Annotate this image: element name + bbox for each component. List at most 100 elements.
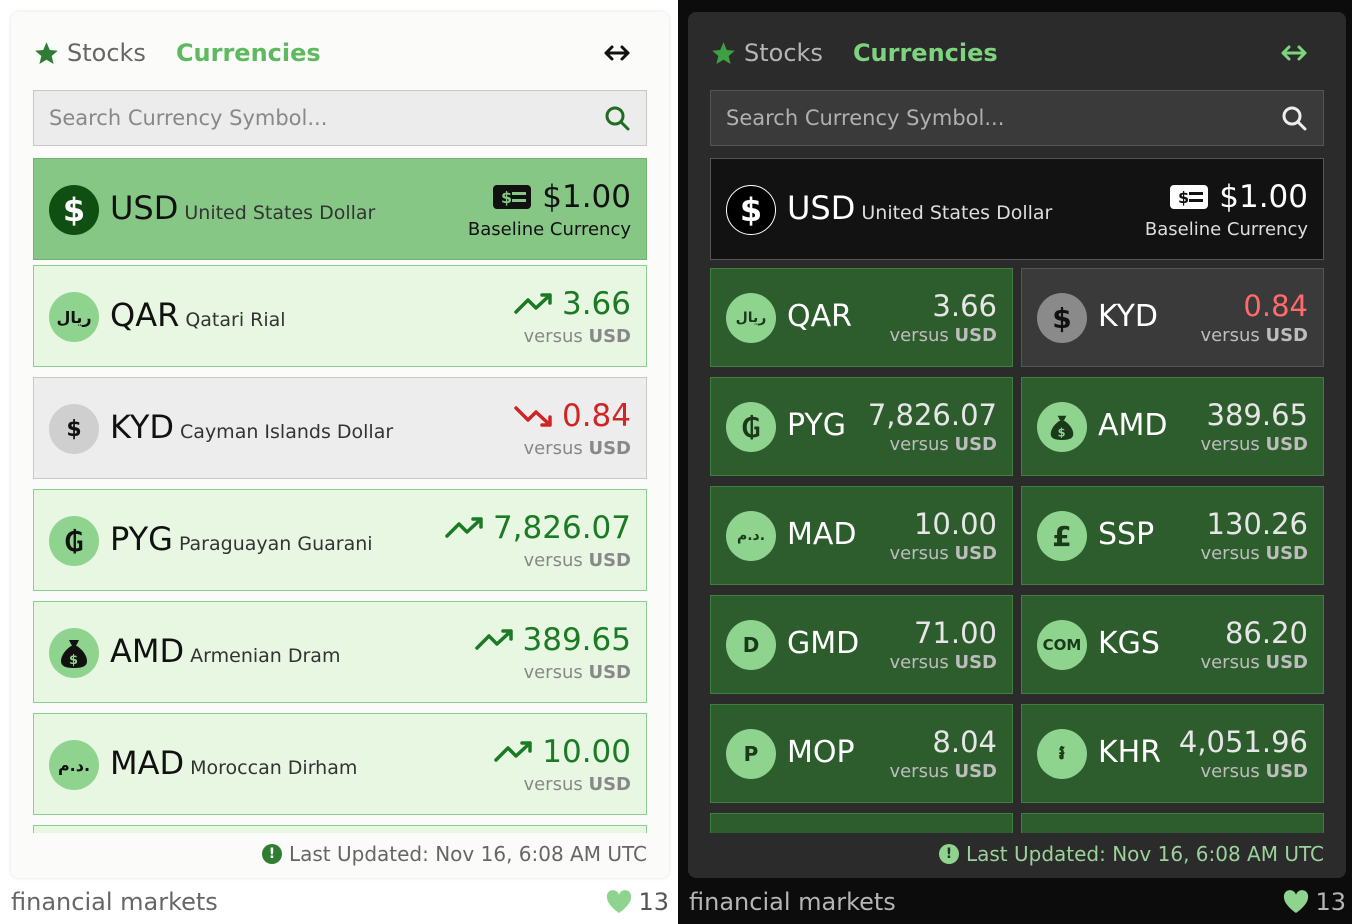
baseline-value: $ $1.00	[492, 179, 631, 215]
info-icon: !	[938, 844, 959, 864]
currency-row[interactable]: $ AMD Armenian Dram 389.65 versus USD	[33, 601, 647, 703]
rate-value: 389.65	[1206, 398, 1308, 432]
currency-code: GMD	[787, 626, 860, 661]
versus-label: versus USD	[889, 761, 997, 782]
riel-icon: ៛	[1037, 729, 1087, 779]
rate-value: 10.00	[913, 507, 997, 541]
search-input[interactable]	[726, 106, 1266, 130]
tab-bar: Stocks Currencies	[33, 36, 321, 70]
som-icon: COM	[1037, 620, 1087, 670]
currency-tile-partial[interactable]	[710, 813, 1013, 833]
currency-code: KYD	[1098, 299, 1159, 334]
currency-code: MOP	[787, 735, 855, 770]
currency-name: United States Dollar	[184, 202, 376, 224]
currency-tile[interactable]: $ AMD 389.65 versus USD	[1021, 377, 1324, 476]
currency-tile[interactable]: ₲ PYG 7,826.07 versus USD	[710, 377, 1013, 476]
versus-label: versus USD	[523, 326, 631, 347]
currency-row[interactable]: د.م. MAD Moroccan Dirham 10.00 versus USD	[33, 713, 647, 815]
currency-row[interactable]: ريال QAR Qatari Rial 3.66 versus USD	[33, 265, 647, 367]
versus-label: versus USD	[889, 325, 997, 346]
currency-name: Moroccan Dirham	[190, 757, 358, 779]
footer-title[interactable]: financial markets	[689, 888, 896, 916]
dirham-icon: د.م.	[726, 511, 776, 561]
trend-up-icon	[494, 741, 532, 762]
currency-tile[interactable]: COM KGS 86.20 versus USD	[1021, 595, 1324, 694]
tab-stocks-label: Stocks	[67, 39, 146, 67]
currency-name: Cayman Islands Dollar	[180, 421, 394, 443]
currency-tile[interactable]: £ SSP 130.26 versus USD	[1021, 486, 1324, 585]
likes-button[interactable]: 13	[1283, 888, 1346, 916]
svg-text:$: $	[1058, 427, 1066, 440]
dollar-icon: $	[1037, 293, 1087, 343]
letter-d-icon: D	[726, 620, 776, 670]
dirham-icon: د.م.	[49, 740, 99, 790]
versus-label: versus USD	[523, 438, 631, 459]
currency-tile[interactable]: د.م. MAD 10.00 versus USD	[710, 486, 1013, 585]
currency-tile[interactable]: ريال QAR 3.66 versus USD	[710, 268, 1013, 367]
tab-stocks-label: Stocks	[744, 39, 823, 67]
currency-code: PYG	[110, 520, 173, 558]
expand-horizontal-icon[interactable]	[1280, 42, 1308, 64]
versus-label: versus USD	[523, 662, 631, 683]
tab-currencies[interactable]: Currencies	[176, 39, 321, 67]
search-icon[interactable]	[604, 105, 630, 131]
likes-count: 13	[1315, 888, 1346, 916]
tab-currencies[interactable]: Currencies	[853, 39, 998, 67]
versus-label: versus USD	[1200, 652, 1308, 673]
bill-icon: $	[493, 185, 532, 209]
pound-icon: £	[1037, 511, 1087, 561]
versus-label: versus USD	[1200, 325, 1308, 346]
currency-code: MAD	[787, 517, 857, 552]
rate-value: 86.20	[1224, 616, 1308, 650]
versus-label: versus USD	[889, 543, 997, 564]
currency-tile-partial[interactable]	[1021, 813, 1324, 833]
likes-button[interactable]: 13	[606, 888, 669, 916]
svg-text:$: $	[1178, 188, 1189, 207]
currency-code: SSP	[1098, 517, 1155, 552]
versus-label: versus USD	[889, 652, 997, 673]
currency-name: Paraguayan Guarani	[178, 533, 373, 555]
dollar-icon: $	[726, 185, 776, 235]
last-updated: ! Last Updated: Nov 16, 6:08 AM UTC	[938, 842, 1324, 866]
search-icon[interactable]	[1281, 105, 1307, 131]
star-icon	[712, 41, 735, 64]
svg-text:$: $	[69, 653, 78, 668]
currency-tile[interactable]: ៛ KHR 4,051.96 versus USD	[1021, 704, 1324, 803]
currency-tile[interactable]: $ KYD 0.84 versus USD	[1021, 268, 1324, 367]
rate-value: 0.84	[1243, 289, 1308, 323]
likes-count: 13	[638, 888, 669, 916]
dollar-icon: $	[49, 185, 99, 235]
currency-row-partial[interactable]	[33, 825, 647, 833]
info-icon: !	[261, 844, 282, 864]
trend-up-icon	[514, 293, 552, 314]
versus-label: versus USD	[889, 434, 997, 455]
tab-bar: Stocks Currencies	[710, 36, 998, 70]
guarani-icon: ₲	[726, 402, 776, 452]
footer-title[interactable]: financial markets	[11, 888, 218, 916]
currency-code: USD United States Dollar	[110, 189, 376, 227]
search-input[interactable]	[49, 106, 589, 130]
currency-name: Qatari Rial	[185, 309, 286, 331]
currency-code: PYG	[787, 408, 847, 443]
tab-stocks[interactable]: Stocks	[710, 39, 823, 67]
baseline-label: Baseline Currency	[467, 219, 631, 240]
trend-down-icon	[514, 406, 552, 427]
currency-code: KHR	[1098, 735, 1162, 770]
riyal-icon: ريال	[726, 293, 776, 343]
currency-row[interactable]: $ KYD Cayman Islands Dollar 0.84 versus U…	[33, 377, 647, 479]
baseline-label: Baseline Currency	[1144, 219, 1308, 240]
trend-up-icon	[445, 517, 483, 538]
guarani-icon: ₲	[49, 516, 99, 566]
rate-value: 4,051.96	[1178, 725, 1308, 759]
rate-value: 7,826.07	[867, 398, 997, 432]
rate-value: 130.26	[1206, 507, 1308, 541]
currency-tile[interactable]: P MOP 8.04 versus USD	[710, 704, 1013, 803]
versus-label: versus USD	[1200, 543, 1308, 564]
currency-row[interactable]: ₲ PYG Paraguayan Guarani 7,826.07 versus …	[33, 489, 647, 591]
currency-tile[interactable]: D GMD 71.00 versus USD	[710, 595, 1013, 694]
money-bag-icon: $	[1037, 402, 1087, 452]
tab-stocks[interactable]: Stocks	[33, 39, 146, 67]
expand-horizontal-icon[interactable]	[603, 42, 631, 64]
baseline-row[interactable]: $ USD United States Dollar $ $1.00 Baseli…	[710, 158, 1324, 260]
baseline-row[interactable]: $ USD United States Dollar $ $1.00 Baseli…	[33, 158, 647, 260]
